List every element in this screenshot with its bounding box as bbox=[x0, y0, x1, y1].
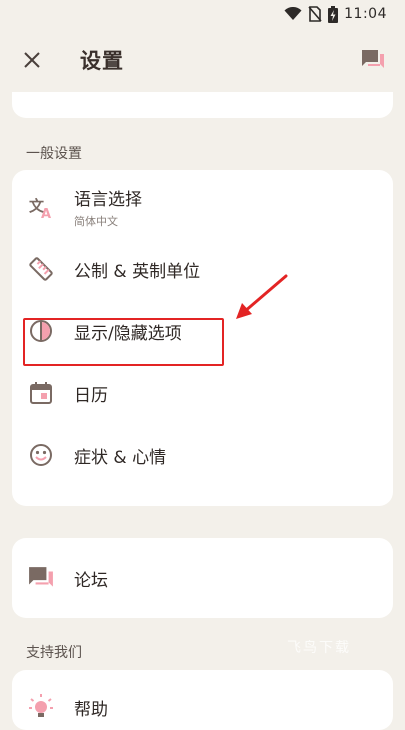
forum-icon bbox=[26, 563, 56, 593]
status-bar: 11:04 bbox=[0, 0, 405, 28]
general-settings-card: 文 A 语言选择 简体中文 公制 & 英制单位 显示/隐藏选项 日历 症状 & … bbox=[12, 170, 393, 506]
status-time: 11:04 bbox=[344, 6, 387, 22]
no-sim-icon bbox=[308, 6, 322, 22]
settings-item-label: 日历 bbox=[74, 385, 108, 406]
settings-item-language[interactable]: 文 A 语言选择 简体中文 bbox=[12, 176, 393, 238]
wifi-icon bbox=[284, 7, 302, 20]
calendar-icon bbox=[26, 378, 56, 408]
settings-item-calendar[interactable]: 日历 bbox=[12, 362, 393, 424]
section-heading-support: 支持我们 bbox=[26, 645, 82, 661]
close-icon bbox=[24, 52, 40, 68]
settings-item-units[interactable]: 公制 & 英制单位 bbox=[12, 238, 393, 300]
close-button[interactable] bbox=[16, 44, 48, 76]
settings-item-sublabel: 简体中文 bbox=[74, 215, 118, 228]
lightbulb-icon bbox=[26, 692, 56, 722]
contrast-icon bbox=[26, 316, 56, 346]
settings-item-show-hide[interactable]: 显示/隐藏选项 bbox=[12, 300, 393, 362]
section-heading-general: 一般设置 bbox=[26, 146, 82, 162]
forum-button[interactable] bbox=[357, 44, 389, 76]
annotation-arrow bbox=[236, 274, 288, 319]
settings-item-label: 论坛 bbox=[74, 570, 108, 591]
settings-item-label: 帮助 bbox=[74, 699, 108, 720]
app-bar: 设置 bbox=[0, 28, 405, 92]
smiley-icon bbox=[26, 440, 56, 470]
settings-item-symptoms-mood[interactable]: 症状 & 心情 bbox=[12, 424, 393, 486]
settings-item-label: 公制 & 英制单位 bbox=[74, 261, 201, 282]
watermark-text: 飞鸟下载 bbox=[287, 640, 351, 656]
settings-item-label: 显示/隐藏选项 bbox=[74, 323, 182, 344]
forum-icon bbox=[362, 50, 384, 68]
ruler-icon bbox=[26, 254, 56, 284]
settings-item-label: 语言选择 bbox=[74, 190, 142, 210]
page-title: 设置 bbox=[80, 49, 124, 73]
community-card: 论坛 bbox=[12, 538, 393, 618]
svg-text:A: A bbox=[41, 207, 51, 220]
translate-icon: 文 A bbox=[26, 192, 56, 222]
support-card: 帮助 bbox=[12, 670, 393, 730]
settings-item-label: 症状 & 心情 bbox=[74, 447, 167, 468]
battery-charging-icon bbox=[328, 5, 339, 23]
settings-item-forum[interactable]: 论坛 bbox=[12, 547, 393, 609]
previous-card-bottom bbox=[12, 92, 393, 118]
settings-item-help[interactable]: 帮助 bbox=[12, 670, 393, 730]
